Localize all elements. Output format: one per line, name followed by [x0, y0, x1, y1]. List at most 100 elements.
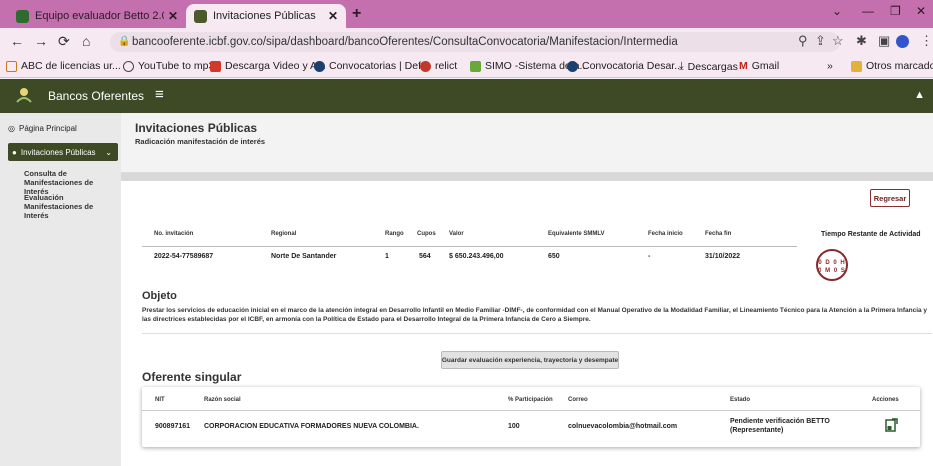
invitation-regional: Norte De Santander	[271, 253, 337, 260]
guardar-evaluacion-button[interactable]: Guardar evaluación experiencia, trayecto…	[441, 351, 619, 369]
oferente-table: NIT Razón social % Participación Correo …	[142, 387, 920, 447]
col-header-participacion: % Participación	[508, 397, 553, 403]
folder-icon	[851, 60, 862, 72]
regresar-button[interactable]: Regresar	[870, 189, 910, 207]
objeto-text: Prestar los servicios de educación inici…	[142, 307, 928, 323]
timer-label: Tiempo Restante de Actividad	[821, 231, 921, 238]
bookmark-item[interactable]: YouTube to mp3	[123, 60, 214, 72]
icbf-logo-icon	[16, 88, 32, 103]
oferente-heading: Oferente singular	[142, 370, 242, 384]
chevron-down-icon: ⌄	[105, 147, 112, 157]
sidebar-item-invitaciones[interactable]: ● Invitaciones Públicas ⌄	[8, 143, 118, 161]
tab-favicon-icon	[194, 9, 207, 23]
sidebar-subitem-consulta[interactable]: Consulta de Manifestaciones de Interés	[24, 169, 116, 196]
bookmark-star-icon[interactable]: ☆	[832, 33, 844, 49]
timer-minutes-seconds: 0 M 0 S	[818, 268, 846, 274]
reload-icon[interactable]: ⟳	[58, 33, 70, 50]
sidebar-item-label: Invitaciones Públicas	[20, 147, 96, 157]
zoom-icon[interactable]: ⚲	[798, 33, 808, 49]
bookmark-item[interactable]: Convocatoria Desar...	[567, 60, 683, 72]
share-icon[interactable]: ⇪	[815, 33, 826, 49]
main-card: Regresar No. invitación Regional Rango C…	[121, 172, 933, 466]
bookmark-label: Descarga Video y A...	[225, 60, 326, 72]
user-icon[interactable]: ▲	[914, 89, 925, 101]
bookmarks-bar: ABC de licencias ur... YouTube to mp3 De…	[0, 56, 933, 78]
bookmarks-more-label: »	[827, 60, 833, 72]
invitations-icon: ●	[12, 147, 17, 157]
tab-favicon-icon	[16, 9, 29, 23]
bookmark-item[interactable]: M Gmail	[739, 60, 779, 72]
more-menu-icon[interactable]: ⋮	[920, 33, 933, 49]
address-bar[interactable]: 🔒 bancooferente.icbf.gov.co/sipa/dashboa…	[110, 32, 840, 52]
invitation-fecha-fin: 31/10/2022	[705, 253, 741, 260]
bookmark-item[interactable]: ⤓ Descargas	[679, 60, 738, 73]
oferente-estado: Pendiente verificación BETTO (Representa…	[730, 417, 840, 435]
sidepanel-icon[interactable]: ▣	[878, 33, 890, 49]
home-icon[interactable]: ⌂	[82, 33, 90, 49]
profile-avatar-icon[interactable]	[896, 35, 909, 48]
edit-document-icon[interactable]	[884, 418, 898, 432]
bookmark-label: Convocatorias | Def...	[329, 60, 430, 72]
sidebar-item-home[interactable]: ◎ Página Principal	[8, 124, 77, 133]
browser-tab-invitaciones[interactable]: Invitaciones Públicas ✕	[186, 4, 346, 28]
sidebar-item-label: Página Principal	[18, 124, 77, 133]
minimize-icon[interactable]: —	[862, 4, 874, 18]
extensions-icon[interactable]: ✱	[856, 33, 867, 49]
sidebar-subitem-evaluacion[interactable]: Evaluación Manifestaciones de Interés	[24, 193, 116, 220]
oferente-participacion: 100	[508, 423, 520, 430]
browser-tabstrip: Equipo evaluador Betto 2.0 - LUC ✕ Invit…	[0, 0, 933, 28]
table-divider	[142, 246, 797, 247]
browser-toolbar: ← → ⟳ ⌂ 🔒 bancooferente.icbf.gov.co/sipa…	[0, 28, 933, 56]
app-title: Bancos Oferentes	[48, 89, 145, 103]
section-divider	[142, 333, 932, 334]
estado-line-1: Pendiente verificación BETTO	[730, 418, 830, 425]
objeto-heading: Objeto	[142, 290, 177, 302]
back-icon[interactable]: ←	[10, 33, 24, 49]
invitation-rango: 1	[385, 253, 389, 260]
page-header: Invitaciones Públicas Radicación manifes…	[121, 113, 933, 163]
col-header-razon-social: Razón social	[204, 397, 241, 403]
invitation-valor: $ 650.243.496,00	[449, 253, 504, 260]
bookmark-simo-icon	[470, 60, 481, 72]
close-tab-icon[interactable]: ✕	[168, 9, 178, 23]
bookmark-item[interactable]: ABC de licencias ur...	[6, 60, 121, 72]
close-window-icon[interactable]: ✕	[916, 4, 926, 18]
col-header-fecha-inicio: Fecha inicio	[648, 231, 683, 237]
bookmark-abc-icon	[6, 60, 17, 72]
app-header: Bancos Oferentes ≡ ▲	[0, 79, 933, 113]
invitation-smmlv: 650	[548, 253, 560, 260]
oferente-table-divider	[142, 410, 920, 411]
tab-search-icon[interactable]: ⌄	[832, 4, 842, 18]
col-header-smmlv: Equivalente SMMLV	[548, 231, 605, 237]
new-tab-button[interactable]: +	[352, 5, 361, 23]
bookmark-convocatorias-icon	[314, 60, 325, 72]
bookmark-item[interactable]: Descarga Video y A...	[210, 60, 326, 72]
bookmark-label: Otros marcadores	[866, 60, 933, 72]
col-header-estado: Estado	[730, 397, 751, 403]
forward-icon[interactable]: →	[34, 33, 48, 49]
estado-line-2: (Representante)	[730, 427, 784, 434]
restore-icon[interactable]: ❐	[890, 4, 901, 18]
invitation-number: 2022-54-77589687	[154, 253, 214, 260]
bookmark-youtube-mp3-icon	[123, 60, 134, 72]
browser-tab-equipo[interactable]: Equipo evaluador Betto 2.0 - LUC ✕	[8, 4, 186, 28]
bookmark-label: YouTube to mp3	[138, 60, 215, 72]
url-text: bancooferente.icbf.gov.co/sipa/dashboard…	[132, 36, 678, 48]
gmail-icon: M	[739, 60, 748, 72]
bookmark-label: relict	[435, 60, 458, 72]
page-subtitle: Radicación manifestación de interés	[135, 137, 266, 146]
bookmark-download-icon	[210, 60, 221, 72]
close-tab-icon[interactable]: ✕	[328, 9, 338, 23]
col-header-acciones: Acciones	[872, 397, 899, 403]
bookmarks-overflow-button[interactable]: »	[827, 60, 833, 72]
lock-icon: 🔒	[118, 36, 131, 47]
bookmark-label: Descargas	[687, 60, 738, 73]
bookmark-item[interactable]: Convocatorias | Def...	[314, 60, 430, 72]
col-header-cupos: Cupos	[417, 231, 436, 237]
download-icon: ⤓	[679, 60, 684, 72]
menu-icon[interactable]: ≡	[155, 86, 164, 103]
other-bookmarks-folder[interactable]: Otros marcadores	[851, 60, 933, 72]
card-header-strip	[121, 173, 933, 181]
bookmark-item[interactable]: relict	[420, 60, 457, 72]
page-title: Invitaciones Públicas	[135, 121, 258, 135]
